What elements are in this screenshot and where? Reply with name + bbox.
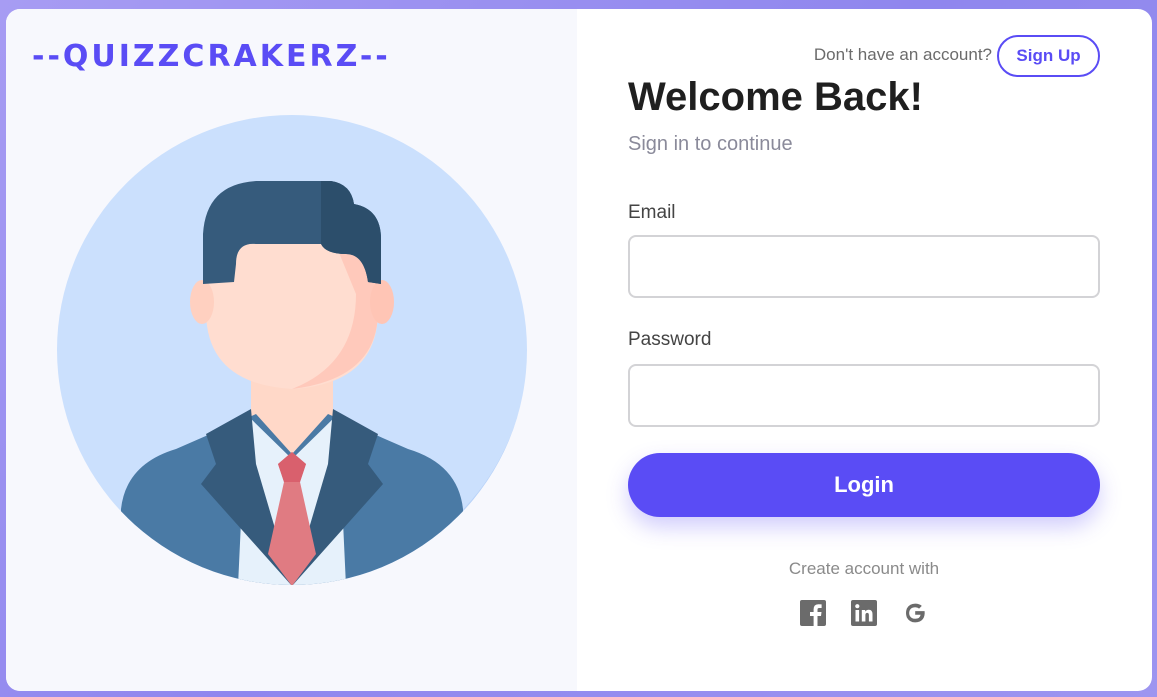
linkedin-icon[interactable] bbox=[851, 599, 878, 626]
password-field[interactable] bbox=[628, 364, 1100, 427]
page-title: Welcome Back! bbox=[628, 75, 923, 119]
password-label: Password bbox=[628, 329, 712, 350]
signin-panel: Don't have an account? Sign Up Welcome B… bbox=[577, 9, 1152, 691]
login-button[interactable]: Login bbox=[628, 453, 1100, 517]
brand-logo: --QUIZZCRAKERZ-- bbox=[32, 39, 391, 74]
page-subtitle: Sign in to continue bbox=[628, 133, 793, 155]
social-login-row bbox=[628, 599, 1100, 626]
email-field[interactable] bbox=[628, 235, 1100, 298]
signup-button[interactable]: Sign Up bbox=[997, 35, 1100, 77]
signup-prompt: Don't have an account? bbox=[813, 45, 992, 64]
email-label: Email bbox=[628, 202, 676, 223]
social-caption: Create account with bbox=[788, 559, 940, 578]
login-card: --QUIZZCRAKERZ-- Don't have an account? … bbox=[6, 9, 1152, 691]
facebook-icon[interactable] bbox=[800, 599, 827, 626]
illustration-panel: --QUIZZCRAKERZ-- bbox=[6, 9, 577, 691]
user-avatar-illustration bbox=[57, 115, 527, 585]
google-icon[interactable] bbox=[902, 599, 929, 626]
